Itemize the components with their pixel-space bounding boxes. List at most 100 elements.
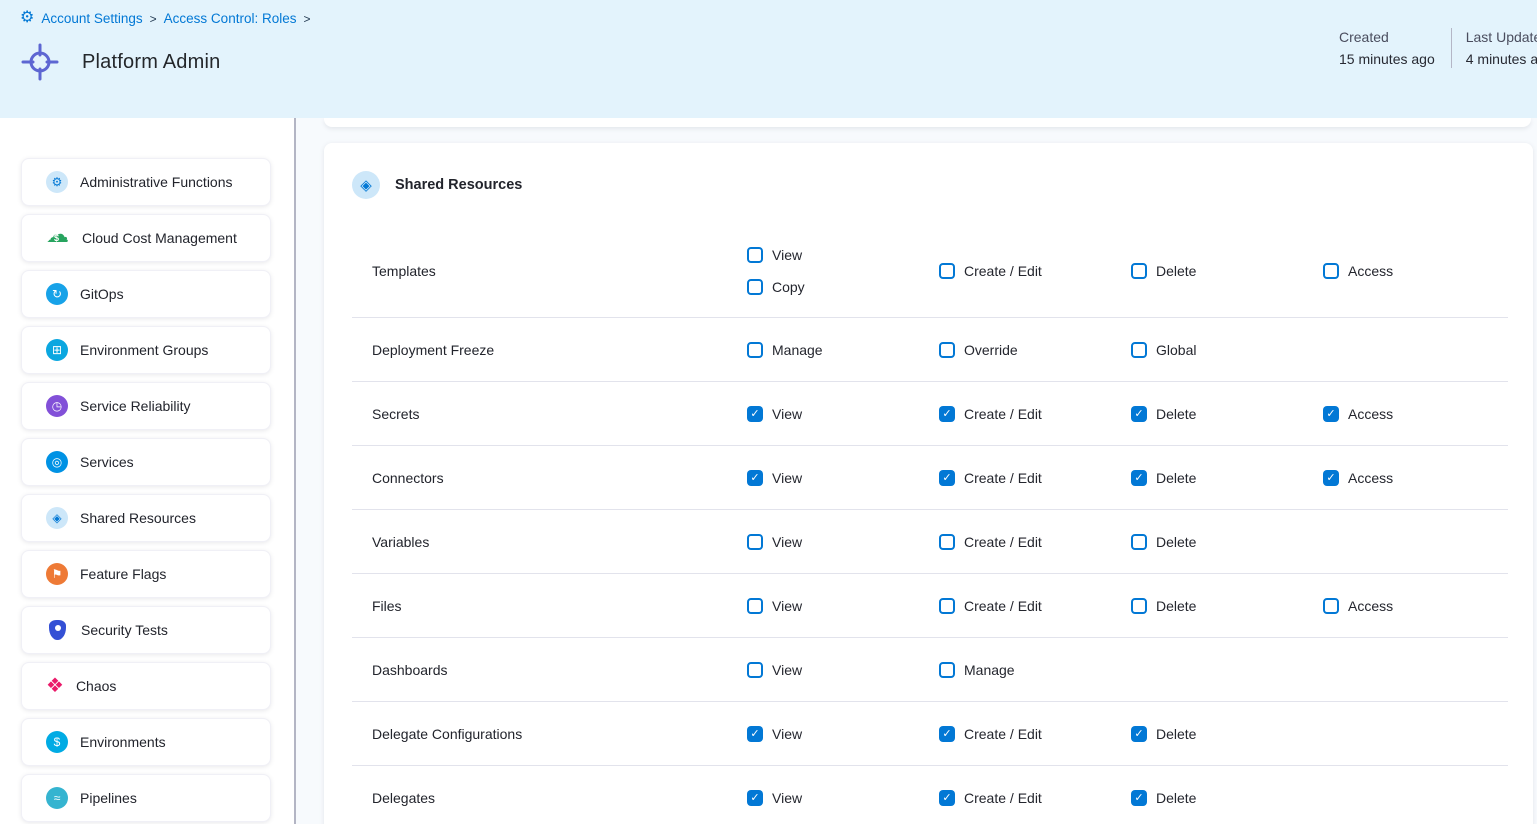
checkbox-files-access[interactable]: Access	[1323, 594, 1393, 618]
checkbox-templates-access[interactable]: Access	[1323, 259, 1393, 283]
checkbox-unchecked-icon[interactable]	[1323, 598, 1339, 614]
checkbox-connectors-create-edit[interactable]: ✓ Create / Edit	[939, 466, 1042, 490]
breadcrumb-separator: >	[303, 11, 310, 26]
checkbox-files-create-edit[interactable]: Create / Edit	[939, 594, 1042, 618]
checkbox-files-view[interactable]: View	[747, 594, 802, 618]
checkbox-templates-copy[interactable]: Copy	[747, 275, 805, 299]
checkbox-unchecked-icon[interactable]	[939, 263, 955, 279]
resource-label: Deployment Freeze	[352, 342, 747, 358]
checkbox-unchecked-icon[interactable]	[1323, 263, 1339, 279]
checkbox-unchecked-icon[interactable]	[939, 342, 955, 358]
checkbox-dashboards-view[interactable]: View	[747, 658, 802, 682]
checkbox-unchecked-icon[interactable]	[1131, 534, 1147, 550]
checkbox-unchecked-icon[interactable]	[939, 598, 955, 614]
chaos-icon: ❖	[46, 676, 64, 696]
checkbox-connectors-delete[interactable]: ✓Delete	[1131, 466, 1196, 490]
shared-resources-card: ◈ Shared Resources TemplatesViewCopyCrea…	[324, 143, 1533, 824]
checkbox-unchecked-icon[interactable]	[747, 662, 763, 678]
permission-label: Access	[1348, 263, 1393, 279]
checkbox-checked-icon[interactable]: ✓	[1323, 470, 1339, 486]
checkbox-checked-icon[interactable]: ✓	[939, 790, 955, 806]
permission-row-connectors: Connectors✓View✓Create / Edit✓Delete✓Acc…	[352, 446, 1508, 510]
permission-label: Access	[1348, 470, 1393, 486]
checkbox-connectors-view[interactable]: ✓View	[747, 466, 802, 490]
checkbox-templates-create-edit[interactable]: Create / Edit	[939, 259, 1042, 283]
checkbox-checked-icon[interactable]: ✓	[747, 726, 763, 742]
checkbox-checked-icon[interactable]: ✓	[939, 726, 955, 742]
sidebar-item-services[interactable]: ◎Services	[21, 438, 271, 486]
sidebar-item-environments[interactable]: $Environments	[21, 718, 271, 766]
checkbox-secrets-delete[interactable]: ✓Delete	[1131, 402, 1196, 426]
checkbox-unchecked-icon[interactable]	[1131, 598, 1147, 614]
checkbox-checked-icon[interactable]: ✓	[1131, 406, 1147, 422]
checkbox-deployment-freeze-override[interactable]: Override	[939, 338, 1018, 362]
checkbox-delegates-view[interactable]: ✓View	[747, 786, 802, 810]
permission-label: View	[772, 247, 802, 263]
permission-cell: View	[747, 530, 939, 554]
checkbox-unchecked-icon[interactable]	[1131, 342, 1147, 358]
checkbox-variables-view[interactable]: View	[747, 530, 802, 554]
checkbox-secrets-create-edit[interactable]: ✓ Create / Edit	[939, 402, 1042, 426]
sidebar-item-shared-resources[interactable]: ◈Shared Resources	[21, 494, 271, 542]
checkbox-delegate-configurations-delete[interactable]: ✓Delete	[1131, 722, 1196, 746]
permission-row-secrets: Secrets✓View✓Create / Edit✓Delete✓Access	[352, 382, 1508, 446]
sidebar-item-chaos[interactable]: ❖Chaos	[21, 662, 271, 710]
checkbox-checked-icon[interactable]: ✓	[747, 790, 763, 806]
title-row: Platform Admin	[20, 42, 220, 82]
permission-label: Access	[1348, 598, 1393, 614]
checkbox-secrets-view[interactable]: ✓View	[747, 402, 802, 426]
checkbox-unchecked-icon[interactable]	[939, 534, 955, 550]
checkbox-unchecked-icon[interactable]	[747, 279, 763, 295]
checkbox-templates-view[interactable]: View	[747, 243, 802, 267]
checkbox-checked-icon[interactable]: ✓	[747, 406, 763, 422]
checkbox-connectors-access[interactable]: ✓ Access	[1323, 466, 1393, 490]
checkbox-checked-icon[interactable]: ✓	[1131, 470, 1147, 486]
sidebar-item-pipelines[interactable]: ≈Pipelines	[21, 774, 271, 822]
checkbox-checked-icon[interactable]: ✓	[747, 470, 763, 486]
checkbox-delegate-configurations-view[interactable]: ✓View	[747, 722, 802, 746]
breadcrumb-account-settings[interactable]: Account Settings	[41, 11, 142, 26]
permission-label: Access	[1348, 406, 1393, 422]
resource-label: Files	[352, 598, 747, 614]
checkbox-variables-create-edit[interactable]: Create / Edit	[939, 530, 1042, 554]
checkbox-checked-icon[interactable]: ✓	[939, 470, 955, 486]
sidebar-item-feature-flags[interactable]: ⚑Feature Flags	[21, 550, 271, 598]
permission-label: Create / Edit	[964, 470, 1042, 486]
checkbox-variables-delete[interactable]: Delete	[1131, 530, 1196, 554]
permission-cell: View	[747, 658, 939, 682]
checkbox-unchecked-icon[interactable]	[747, 534, 763, 550]
sidebar-item-gitops[interactable]: ↻GitOps	[21, 270, 271, 318]
sidebar-item-security-tests[interactable]: Security Tests	[21, 606, 271, 654]
checkbox-delegates-delete[interactable]: ✓Delete	[1131, 786, 1196, 810]
gitops-icon: ↻	[46, 283, 68, 305]
checkbox-delegate-configurations-create-edit[interactable]: ✓Create / Edit	[939, 722, 1042, 746]
permission-cell: Create / Edit	[939, 259, 1131, 283]
checkbox-files-delete[interactable]: Delete	[1131, 594, 1196, 618]
checkbox-dashboards-manage[interactable]: Manage	[939, 658, 1015, 682]
permission-label: Create / Edit	[964, 406, 1042, 422]
checkbox-checked-icon[interactable]: ✓	[1131, 726, 1147, 742]
resource-label: Connectors	[352, 470, 747, 486]
sidebar-item-administrative-functions[interactable]: ⚙Administrative Functions	[21, 158, 271, 206]
checkbox-deployment-freeze-manage[interactable]: Manage	[747, 338, 823, 362]
checkbox-unchecked-icon[interactable]	[747, 342, 763, 358]
checkbox-secrets-access[interactable]: ✓ Access	[1323, 402, 1393, 426]
sidebar-item-label: Cloud Cost Management	[82, 230, 237, 246]
checkbox-deployment-freeze-global[interactable]: Global	[1131, 338, 1196, 362]
body-wrap: ⚙Administrative Functions ☁$Cloud Cost Ma…	[0, 118, 1537, 824]
checkbox-unchecked-icon[interactable]	[939, 662, 955, 678]
checkbox-unchecked-icon[interactable]	[747, 247, 763, 263]
checkbox-delegates-create-edit[interactable]: ✓Create / Edit	[939, 786, 1042, 810]
sidebar-item-environment-groups[interactable]: ⊞Environment Groups	[21, 326, 271, 374]
checkbox-unchecked-icon[interactable]	[1131, 263, 1147, 279]
checkbox-checked-icon[interactable]: ✓	[1323, 406, 1339, 422]
checkbox-checked-icon[interactable]: ✓	[1131, 790, 1147, 806]
checkbox-unchecked-icon[interactable]	[747, 598, 763, 614]
checkbox-templates-delete[interactable]: Delete	[1131, 259, 1196, 283]
sidebar-item-label: Environments	[80, 734, 166, 750]
sidebar-item-service-reliability[interactable]: ◷Service Reliability	[21, 382, 271, 430]
permission-row-variables: VariablesViewCreate / EditDelete	[352, 510, 1508, 574]
checkbox-checked-icon[interactable]: ✓	[939, 406, 955, 422]
sidebar-item-cloud-cost-management[interactable]: ☁$Cloud Cost Management	[21, 214, 271, 262]
breadcrumb-access-control-roles[interactable]: Access Control: Roles	[164, 11, 297, 26]
